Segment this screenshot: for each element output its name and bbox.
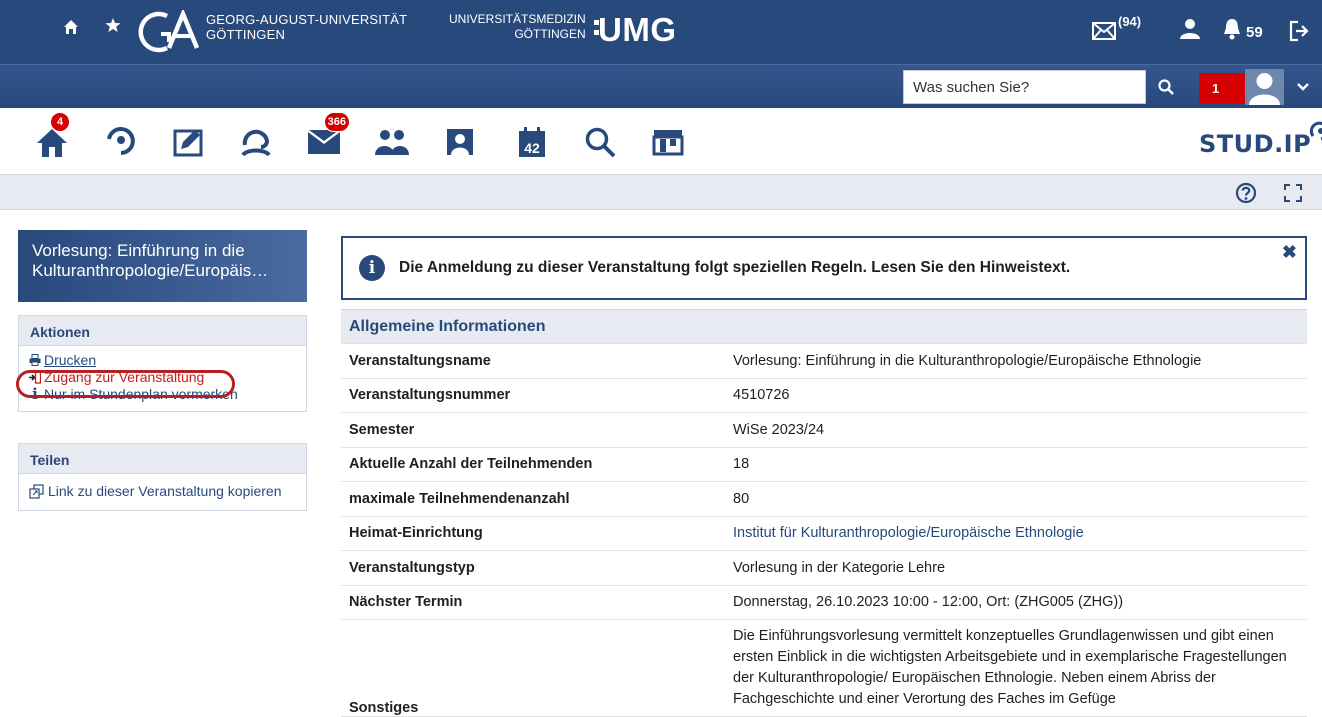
seminar-icon: [107, 127, 135, 155]
nav-community[interactable]: [232, 120, 280, 164]
close-icon[interactable]: ✖: [1282, 242, 1297, 263]
avatar-badge[interactable]: 1: [1199, 73, 1245, 103]
tools-icon: [652, 130, 684, 156]
actions-widget-title: Aktionen: [19, 316, 306, 346]
row-value: 80: [725, 481, 1307, 517]
avatar[interactable]: [1245, 69, 1284, 105]
home-badge: 4: [50, 112, 70, 132]
university-name-line1: GEORG-AUGUST-UNIVERSITÄT: [206, 12, 408, 27]
bell-icon[interactable]: [1223, 18, 1241, 40]
search-input[interactable]: [903, 70, 1146, 104]
row-key: Veranstaltungsname: [341, 343, 725, 379]
logout-icon[interactable]: [1289, 20, 1309, 42]
table-row: Veranstaltungstyp Vorlesung in der Kateg…: [341, 550, 1307, 586]
row-key: Veranstaltungstyp: [341, 550, 725, 586]
share-widget-title: Teilen: [19, 444, 306, 474]
umg-name-line1: UNIVERSITÄTSMEDIZIN: [449, 12, 586, 26]
printer-icon: [29, 354, 41, 366]
table-row: Veranstaltungsnummer 4510726: [341, 378, 1307, 413]
row-key: Veranstaltungsnummer: [341, 378, 725, 413]
studip-logo[interactable]: STUD.IP: [1199, 121, 1322, 158]
row-key: Nächster Termin: [341, 585, 725, 620]
highlight-annotation: [16, 370, 235, 398]
top-bar: GEORG-AUGUST-UNIVERSITÄT GÖTTINGEN UNIVE…: [0, 0, 1322, 64]
group-icon: [375, 130, 409, 155]
info-icon: i: [359, 255, 385, 281]
edit-icon: [173, 129, 203, 157]
messages-badge: 366: [323, 112, 350, 132]
umg-logo[interactable]: UMG: [598, 11, 677, 49]
star-icon[interactable]: [105, 17, 121, 33]
action-print[interactable]: Drucken: [29, 352, 296, 368]
info-message-box: i Die Anmeldung zu dieser Veranstaltung …: [341, 236, 1307, 300]
university-logo[interactable]: [137, 8, 201, 54]
general-info-table: Allgemeine Informationen Veranstaltungsn…: [341, 309, 1307, 717]
row-value: 4510726: [725, 378, 1307, 413]
university-name-line2: GÖTTINGEN: [206, 27, 286, 42]
row-value: Vorlesung: Einführung in die Kulturanthr…: [725, 343, 1307, 379]
course-title-line2: Kulturanthropologie/Europäis…: [32, 261, 269, 280]
help-bar: [0, 174, 1322, 210]
row-key: Heimat-Einrichtung: [341, 516, 725, 551]
university-name[interactable]: GEORG-AUGUST-UNIVERSITÄT GÖTTINGEN: [206, 12, 407, 42]
table-row: Heimat-Einrichtung Institut für Kulturan…: [341, 516, 1307, 551]
help-icon[interactable]: [1235, 182, 1257, 209]
share-copy-link-label: Link zu dieser Veranstaltung kopieren: [48, 483, 282, 499]
row-value: Vorlesung in der Kategorie Lehre: [725, 550, 1307, 586]
general-info-title: Allgemeine Informationen: [341, 309, 1307, 344]
nav-contacts[interactable]: [368, 120, 416, 164]
nav-tools[interactable]: [644, 120, 692, 164]
table-row: Veranstaltungsname Vorlesung: Einführung…: [341, 343, 1307, 379]
studip-logo-mark: [1309, 121, 1322, 141]
chevron-down-icon[interactable]: [1296, 79, 1310, 97]
profile-icon: [447, 129, 473, 155]
table-row: maximale Teilnehmendenanzahl 80: [341, 481, 1307, 517]
menu-icon[interactable]: [18, 21, 37, 39]
umg-name-line2: GÖTTINGEN: [514, 27, 586, 41]
row-key: Sonstiges: [341, 619, 725, 717]
home-institute-link[interactable]: Institut für Kulturanthropologie/Europäi…: [725, 516, 1307, 551]
main-navigation: 4 366 42: [0, 108, 1322, 174]
share-copy-link[interactable]: Link zu dieser Veranstaltung kopieren: [29, 483, 296, 499]
row-value: WiSe 2023/24: [725, 412, 1307, 448]
row-value: 18: [725, 447, 1307, 482]
nav-search[interactable]: [576, 120, 624, 164]
home-icon[interactable]: [63, 19, 79, 35]
search-icon: [585, 127, 616, 158]
course-title-line1: Vorlesung: Einführung in die: [32, 241, 245, 260]
info-message-text: Die Anmeldung zu dieser Veranstaltung fo…: [399, 259, 1071, 276]
copy-icon: [29, 483, 45, 499]
row-key: Aktuelle Anzahl der Teilnehmenden: [341, 447, 725, 482]
search-icon[interactable]: [1146, 70, 1186, 104]
nav-messages[interactable]: 366: [300, 112, 350, 164]
studip-logo-text: STUD.IP: [1199, 130, 1312, 158]
notification-count[interactable]: 59: [1246, 24, 1263, 41]
nav-start[interactable]: 4: [28, 112, 76, 164]
nav-schedule[interactable]: 42: [508, 120, 556, 164]
mail-count[interactable]: (94): [1118, 14, 1141, 29]
share-widget: Teilen Link zu dieser Veranstaltung kopi…: [18, 443, 307, 511]
table-row: Aktuelle Anzahl der Teilnehmenden 18: [341, 447, 1307, 482]
nav-profile[interactable]: [436, 120, 484, 164]
table-row: Semester WiSe 2023/24: [341, 412, 1307, 448]
community-icon: [241, 129, 271, 157]
calendar-number: 42: [524, 140, 540, 156]
row-key: Semester: [341, 412, 725, 448]
course-title-banner: Vorlesung: Einführung in die Kulturanthr…: [18, 230, 307, 302]
mail-icon[interactable]: [1092, 22, 1116, 40]
calendar-icon: 42: [519, 127, 545, 157]
table-row: Nächster Termin Donnerstag, 26.10.2023 1…: [341, 585, 1307, 620]
nav-my-courses[interactable]: [96, 120, 144, 164]
action-print-label: Drucken: [44, 352, 97, 368]
fullscreen-icon[interactable]: [1283, 183, 1303, 208]
search-bar-row: 1: [0, 64, 1322, 108]
row-key: maximale Teilnehmendenanzahl: [341, 481, 725, 517]
row-value: Donnerstag, 26.10.2023 10:00 - 12:00, Or…: [725, 585, 1307, 620]
user-icon[interactable]: [1180, 18, 1200, 40]
table-row: Sonstiges Die Einführungsvorlesung vermi…: [341, 619, 1307, 717]
umg-name[interactable]: UNIVERSITÄTSMEDIZIN GÖTTINGEN: [449, 12, 586, 42]
nav-workplace[interactable]: [164, 120, 212, 164]
row-value: Die Einführungsvorlesung vermittelt konz…: [725, 619, 1307, 717]
